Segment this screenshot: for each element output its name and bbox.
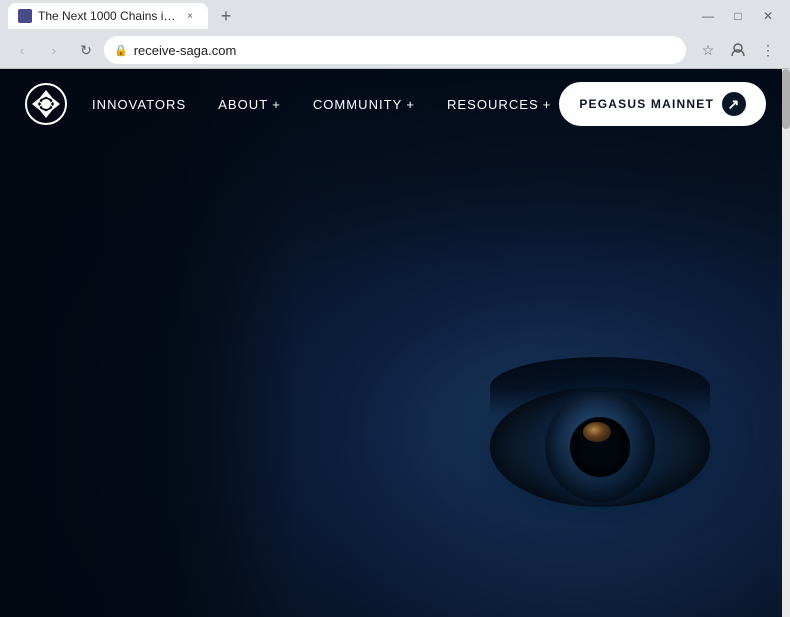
browser-chrome: The Next 1000 Chains in the Mul... × + —… [0,0,790,69]
address-input-wrap[interactable]: 🔒 receive-saga.com [104,36,686,64]
scrollbar[interactable] [782,69,790,617]
tab-title: The Next 1000 Chains in the Mul... [38,9,176,23]
bookmark-star-button[interactable]: ☆ [694,36,722,64]
new-tab-button[interactable]: + [212,2,240,30]
eye-illustration [490,367,710,527]
close-window-button[interactable]: ✕ [754,2,782,30]
nav-links: INNOVATORS ABOUT + COMMUNITY + RESOURCES… [92,97,559,112]
back-button[interactable]: ‹ [8,36,36,64]
maximize-button[interactable]: □ [724,2,752,30]
lock-icon: 🔒 [114,44,128,57]
profile-button[interactable] [724,36,752,64]
url-display: receive-saga.com [134,43,676,58]
forward-button[interactable]: › [40,36,68,64]
nav-resources[interactable]: RESOURCES + [447,97,551,112]
cta-arrow-icon: ↗ [722,92,746,116]
title-bar: The Next 1000 Chains in the Mul... × + —… [0,0,790,32]
pegasus-mainnet-button[interactable]: PEGASUS MAINNET ↗ [559,82,766,126]
nav-about[interactable]: ABOUT + [218,97,281,112]
navbar: INNOVATORS ABOUT + COMMUNITY + RESOURCES… [0,69,790,139]
window-controls: — □ ✕ [694,2,782,30]
tab-close-button[interactable]: × [182,8,198,24]
reload-button[interactable]: ↻ [72,36,100,64]
eye-outer [490,387,710,507]
website-content: INNOVATORS ABOUT + COMMUNITY + RESOURCES… [0,69,790,617]
iris [545,392,655,502]
eye-highlight [583,422,611,442]
address-bar: ‹ › ↻ 🔒 receive-saga.com ☆ ⋮ [0,32,790,68]
logo[interactable] [24,82,68,126]
toolbar-icons: ☆ ⋮ [694,36,782,64]
tab-favicon [18,9,32,23]
cta-label: PEGASUS MAINNET [579,97,714,111]
minimize-button[interactable]: — [694,2,722,30]
browser-tab[interactable]: The Next 1000 Chains in the Mul... × [8,3,208,29]
nav-community[interactable]: COMMUNITY + [313,97,415,112]
menu-button[interactable]: ⋮ [754,36,782,64]
nav-innovators[interactable]: INNOVATORS [92,97,186,112]
